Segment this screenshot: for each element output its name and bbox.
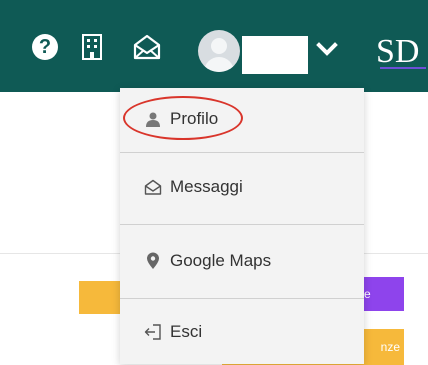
menu-divider: [120, 224, 364, 225]
menu-item-label: Google Maps: [170, 251, 272, 270]
sd-logo-glyph: SD: [376, 33, 426, 70]
background-orange-wide-button-label: nze: [380, 340, 400, 354]
sd-logo[interactable]: SD: [374, 24, 428, 80]
top-navigation-bar: ? SD: [0, 0, 428, 92]
app-screen: ? SD nze Profilo Messaggi Google Maps Es…: [0, 0, 428, 365]
menu-item-label: Esci: [170, 322, 203, 341]
map-pin-icon: [144, 252, 162, 270]
chevron-glyph: [316, 42, 338, 56]
user-name-redacted[interactable]: [242, 36, 308, 74]
logout-icon: [144, 323, 162, 341]
user-icon: [144, 110, 162, 128]
user-dropdown-menu: Profilo Messaggi Google Maps Esci: [120, 88, 364, 364]
open-envelope-glyph: [133, 34, 161, 60]
menu-item-label: Profilo: [170, 109, 219, 128]
avatar-head: [211, 38, 227, 54]
help-glyph: ?: [32, 34, 58, 60]
avatar-body: [204, 57, 234, 72]
envelope-icon: [144, 178, 162, 196]
menu-item-google-maps[interactable]: Google Maps: [120, 226, 364, 296]
building-glyph: [82, 34, 102, 60]
menu-item-esci[interactable]: Esci: [120, 300, 364, 364]
menu-item-label: Messaggi: [170, 177, 243, 196]
chevron-down-icon[interactable]: [316, 38, 338, 60]
mail-icon[interactable]: [131, 31, 163, 63]
building-icon[interactable]: [76, 31, 108, 63]
avatar[interactable]: [198, 30, 240, 72]
menu-item-messaggi[interactable]: Messaggi: [120, 152, 364, 222]
menu-item-profilo[interactable]: Profilo: [120, 88, 364, 150]
menu-divider: [120, 298, 364, 299]
sd-logo-text: SD: [376, 33, 419, 70]
help-icon[interactable]: ?: [29, 31, 61, 63]
